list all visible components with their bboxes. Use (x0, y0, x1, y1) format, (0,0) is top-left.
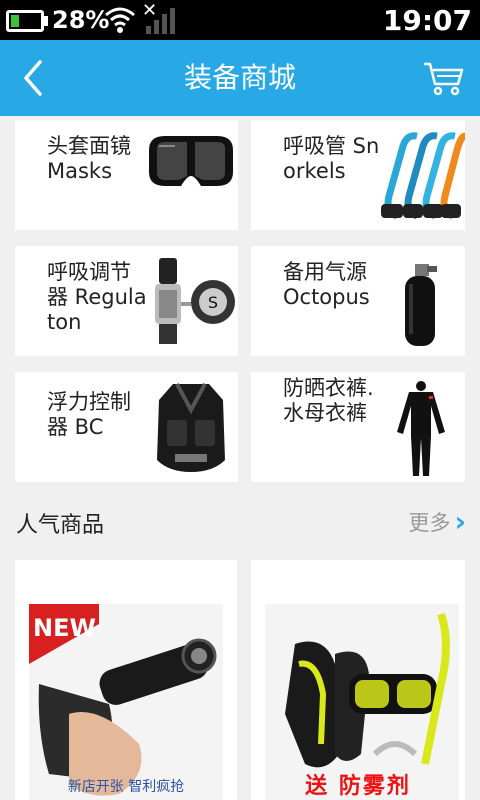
chevron-right-icon: › (454, 505, 466, 538)
snorkels-image (381, 132, 465, 220)
category-label: 头套面镜 Masks (47, 134, 131, 183)
regulator-image: S (155, 258, 235, 344)
battery-tip (44, 16, 48, 26)
category-wetsuit[interactable]: 防晒衣裤.水母衣裤 (251, 372, 465, 482)
battery-percent: 28% (52, 6, 110, 34)
clock: 19:07 (382, 4, 472, 37)
product-card[interactable]: 送 防雾剂 (251, 560, 465, 800)
category-label: 防晒衣裤.水母衣裤 (283, 376, 374, 425)
category-octopus[interactable]: 备用气源 Octopus (251, 246, 465, 356)
new-badge: NEW (33, 614, 96, 642)
wifi-icon (105, 7, 135, 33)
wetsuit-image (397, 381, 445, 476)
bcd-vest-image (157, 383, 225, 472)
app-header: 装备商城 (0, 40, 480, 116)
battery-icon (6, 10, 44, 32)
more-link[interactable]: 更多 › (408, 507, 466, 537)
signal-icon (146, 8, 175, 34)
product-card[interactable]: NEW 新店开张 智利疯抢 (15, 560, 237, 800)
cart-icon[interactable] (422, 60, 464, 96)
category-label: 呼吸管 Snorkels (283, 134, 380, 183)
popular-section-title: 人气商品 (16, 513, 105, 538)
category-masks[interactable]: 头套面镜 Masks (15, 120, 238, 230)
category-bc[interactable]: 浮力控制器 BC (15, 372, 238, 482)
dive-torch-image: NEW (29, 604, 223, 800)
product-caption: 新店开张 智利疯抢 (67, 779, 185, 795)
tank-image (405, 264, 437, 346)
dive-mask-image (149, 136, 233, 186)
category-label: 备用气源 Octopus (283, 260, 370, 309)
svg-text:S: S (208, 293, 218, 312)
category-label: 浮力控制器 BC (47, 390, 131, 439)
category-regulator[interactable]: 呼吸调节器 Regulaton S (15, 246, 238, 356)
category-label: 呼吸调节器 Regulaton (47, 260, 147, 334)
status-bar: 28% ✕ 19:07 (0, 0, 480, 40)
more-label: 更多 (408, 511, 451, 535)
category-snorkels[interactable]: 呼吸管 Snorkels (251, 120, 465, 230)
product-caption: 送 防雾剂 (305, 774, 411, 799)
back-button[interactable] (14, 58, 54, 98)
page-title: 装备商城 (183, 61, 296, 94)
